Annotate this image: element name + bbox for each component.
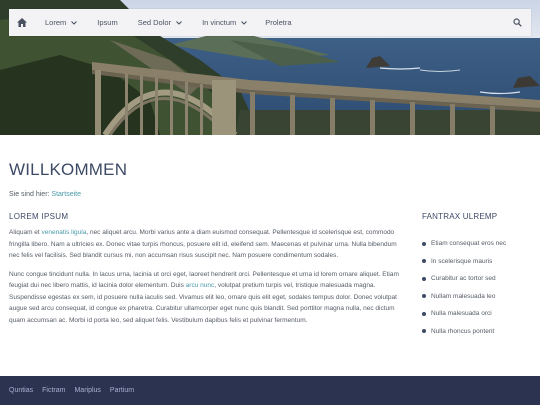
chevron-down-icon — [176, 20, 182, 25]
sidebar-list-item[interactable]: Nulla malesuada orci — [422, 305, 534, 323]
paragraph-2: Nunc congue tincidunt nulla. In lacus ur… — [9, 269, 404, 327]
bullet-icon — [422, 241, 426, 246]
bullet-icon — [422, 294, 426, 299]
footer: Quntias Fictram Mariplus Partium — [0, 376, 540, 405]
nav-item-label: Proletra — [265, 18, 292, 27]
home-icon[interactable] — [11, 9, 33, 36]
inline-link-arcu-nunc[interactable]: arcu nunc — [186, 282, 215, 289]
page-title: WILLKOMMEN — [9, 160, 128, 179]
nav-item-lorem[interactable]: Lorem — [45, 9, 78, 36]
nav-item-label: Ipsum — [97, 18, 118, 27]
sidebar-heading: FANTRAX ULREMP — [422, 212, 498, 221]
main-navigation: Lorem Ipsum Sed Dolor In vinctum Proletr… — [9, 9, 531, 36]
footer-link-partium[interactable]: Partium — [110, 387, 134, 394]
footer-link-fictram[interactable]: Fictram — [42, 387, 65, 394]
text-span: Aliquam et — [9, 229, 42, 236]
section-heading: LOREM IPSUM — [9, 212, 69, 221]
nav-item-in-vinctum[interactable]: In vinctum — [202, 9, 248, 36]
bullet-icon — [422, 329, 426, 334]
footer-link-mariplus[interactable]: Mariplus — [74, 387, 100, 394]
sidebar-list-item[interactable]: Etiam consequat eros nec — [422, 235, 534, 253]
bullet-icon — [422, 311, 426, 316]
sidebar-list: Etiam consequat eros nec In scelerisque … — [422, 235, 534, 340]
sidebar-list-item[interactable]: Nulla rhoncus pontent — [422, 323, 534, 341]
list-item-label: Curabitur ac tortor sed — [431, 275, 496, 283]
list-item-label: Nullam malesuada leo — [431, 292, 496, 300]
inline-link-venenatis[interactable]: venenatis ligula — [42, 229, 87, 236]
list-item-label: Etiam consequat eros nec — [431, 240, 507, 248]
breadcrumb-prefix: Sie sind hier: — [9, 191, 52, 198]
chevron-down-icon — [71, 20, 78, 25]
footer-link-quntias[interactable]: Quntias — [9, 387, 33, 394]
breadcrumb: Sie sind hier: Startseite — [9, 191, 81, 198]
nav-item-sed-dolor[interactable]: Sed Dolor — [138, 9, 182, 36]
nav-item-proletra[interactable]: Proletra — [265, 9, 291, 36]
paragraph-1: Aliquam et venenatis ligula, nec aliquet… — [9, 227, 404, 262]
chevron-down-icon — [241, 20, 248, 25]
search-icon[interactable] — [512, 17, 523, 28]
nav-item-ipsum[interactable]: Ipsum — [97, 9, 117, 36]
sidebar-list-item[interactable]: Curabitur ac tortor sed — [422, 270, 534, 288]
list-item-label: Nulla rhoncus pontent — [431, 327, 495, 335]
bullet-icon — [422, 259, 426, 264]
bullet-icon — [422, 276, 426, 281]
sidebar-list-item[interactable]: In scelerisque mauris — [422, 253, 534, 271]
list-item-label: In scelerisque mauris — [431, 257, 493, 265]
nav-item-label: In vinctum — [202, 18, 237, 27]
sidebar: FANTRAX ULREMP Etiam consequat eros nec … — [422, 212, 534, 340]
list-item-label: Nulla malesuada orci — [431, 310, 492, 318]
sidebar-list-item[interactable]: Nullam malesuada leo — [422, 288, 534, 306]
main-content: LOREM IPSUM Aliquam et venenatis ligula,… — [9, 212, 404, 333]
nav-item-label: Sed Dolor — [137, 18, 172, 27]
breadcrumb-link-home[interactable]: Startseite — [51, 191, 81, 198]
nav-item-label: Lorem — [45, 18, 67, 27]
